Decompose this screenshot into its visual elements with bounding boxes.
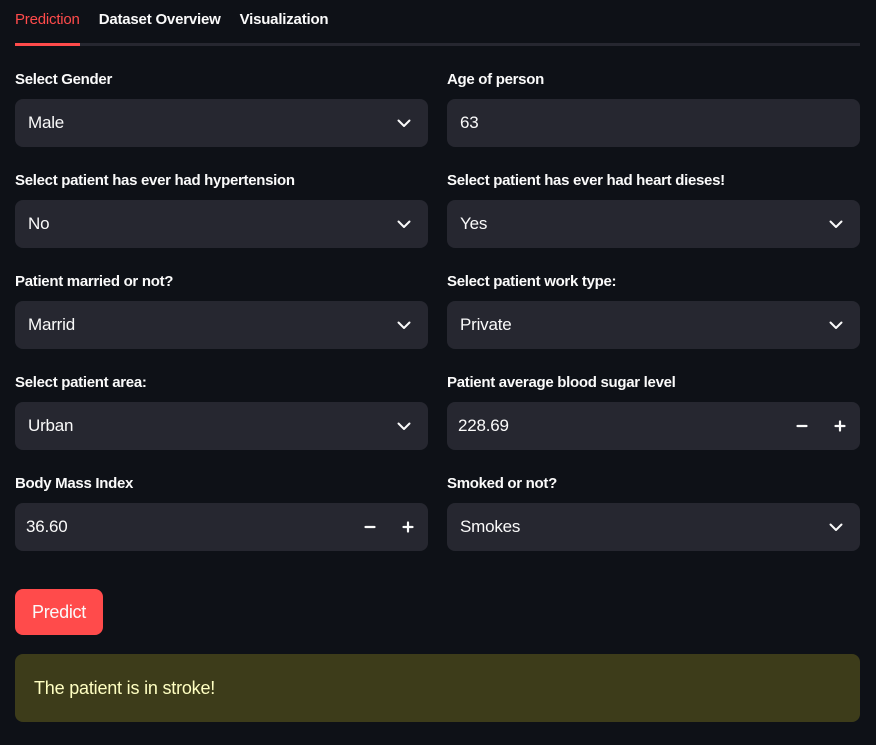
gender-field: Select Gender Male <box>15 70 428 171</box>
glucose-increment-button[interactable] <box>821 403 859 449</box>
married-field: Patient married or not? Marrid <box>15 272 428 373</box>
chevron-down-icon[interactable] <box>812 200 860 248</box>
hypertension-field: Select patient has ever had hypertension… <box>15 171 428 272</box>
heart-disease-field: Select patient has ever had heart dieses… <box>447 171 860 272</box>
gender-selected-value: Male <box>28 113 65 132</box>
bmi-field: Body Mass Index 36.60 <box>15 474 428 575</box>
smoking-field: Smoked or not? Smokes <box>447 474 860 575</box>
glucose-label: Patient average blood sugar level <box>447 374 676 391</box>
chevron-down-icon[interactable] <box>380 99 428 147</box>
bmi-label: Body Mass Index <box>15 475 134 492</box>
hypertension-selected-value: No <box>28 214 50 233</box>
tab-bar: Prediction Dataset Overview Visualizatio… <box>15 0 860 46</box>
smoking-label: Smoked or not? <box>447 475 557 492</box>
result-alert: The patient is in stroke! <box>15 654 860 722</box>
work-type-field: Select patient work type: Private <box>447 272 860 373</box>
chevron-down-icon[interactable] <box>812 301 860 349</box>
area-select[interactable]: Urban <box>15 402 428 450</box>
minus-icon <box>796 424 808 428</box>
result-message: The patient is in stroke! <box>34 677 216 698</box>
heart-disease-selected-value: Yes <box>460 214 488 233</box>
chevron-down-icon[interactable] <box>380 301 428 349</box>
predict-button[interactable]: Predict <box>15 589 103 635</box>
heart-disease-select[interactable]: Yes <box>447 200 860 248</box>
chevron-down-icon[interactable] <box>812 503 860 551</box>
app-root: Prediction Dataset Overview Visualizatio… <box>0 0 876 745</box>
hypertension-label: Select patient has ever had hypertension <box>15 172 295 189</box>
gender-select[interactable]: Male <box>15 99 428 147</box>
area-label: Select patient area: <box>15 374 147 391</box>
bmi-input-value: 36.60 <box>26 517 68 536</box>
heart-disease-label: Select patient has ever had heart dieses… <box>447 172 725 189</box>
married-select[interactable]: Marrid <box>15 301 428 349</box>
smoking-selected-value: Smokes <box>460 517 521 536</box>
minus-icon <box>364 525 376 529</box>
gender-label: Select Gender <box>15 71 112 88</box>
tab-dataset-overview[interactable]: Dataset Overview <box>99 0 221 46</box>
tab-prediction[interactable]: Prediction <box>15 0 80 46</box>
chevron-down-icon[interactable] <box>380 200 428 248</box>
bmi-increment-button[interactable] <box>389 504 427 550</box>
plus-icon <box>402 521 414 533</box>
age-input[interactable]: 63 <box>447 99 860 147</box>
bmi-number-input[interactable]: 36.60 <box>15 503 428 551</box>
work-type-selected-value: Private <box>460 315 512 334</box>
tab-visualization[interactable]: Visualization <box>240 0 329 46</box>
work-type-label: Select patient work type: <box>447 273 617 290</box>
bmi-decrement-button[interactable] <box>351 504 389 550</box>
age-label: Age of person <box>447 71 544 88</box>
glucose-field: Patient average blood sugar level 228.69 <box>447 373 860 474</box>
married-selected-value: Marrid <box>28 315 75 334</box>
chevron-down-icon[interactable] <box>380 402 428 450</box>
area-selected-value: Urban <box>28 416 74 435</box>
work-type-select[interactable]: Private <box>447 301 860 349</box>
hypertension-select[interactable]: No <box>15 200 428 248</box>
glucose-input-value: 228.69 <box>458 416 509 435</box>
glucose-decrement-button[interactable] <box>783 403 821 449</box>
age-input-value: 63 <box>460 113 479 132</box>
smoking-select[interactable]: Smokes <box>447 503 860 551</box>
age-field: Age of person 63 <box>447 70 860 171</box>
married-label: Patient married or not? <box>15 273 174 290</box>
plus-icon <box>834 420 846 432</box>
area-field: Select patient area: Urban <box>15 373 428 474</box>
prediction-form: Select Gender Male Age of person 63 Sele… <box>15 70 860 575</box>
glucose-number-input[interactable]: 228.69 <box>447 402 860 450</box>
